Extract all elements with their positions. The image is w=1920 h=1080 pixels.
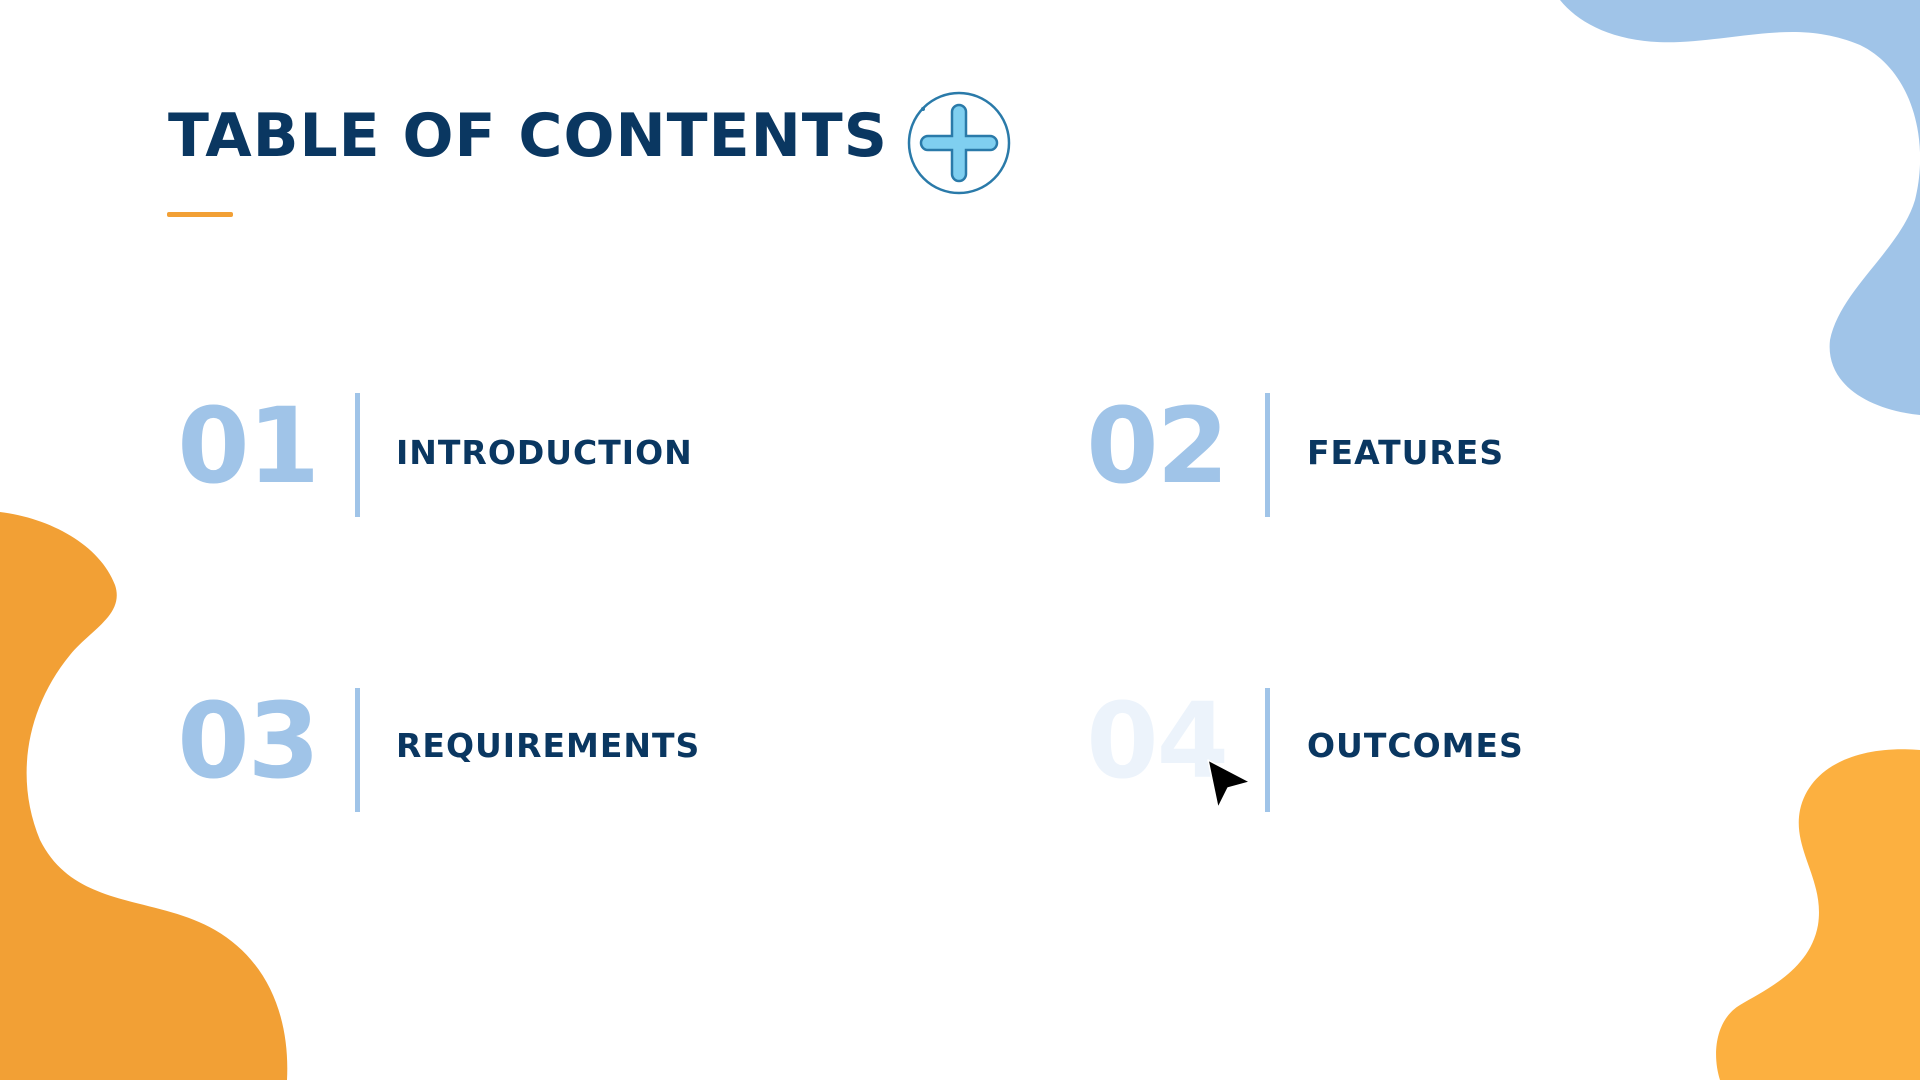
- icon-dot: [921, 107, 925, 111]
- toc-number: 02: [1086, 385, 1229, 507]
- toc-divider: [355, 688, 360, 812]
- toc-label: OUTCOMES: [1307, 726, 1524, 765]
- toc-label: FEATURES: [1307, 433, 1505, 472]
- blob-shape: [1560, 0, 1920, 415]
- toc-divider: [355, 393, 360, 517]
- page-title: TABLE OF CONTENTS: [168, 101, 888, 171]
- toc-item-introduction[interactable]: 01 INTRODUCTION: [0, 390, 720, 520]
- decorative-blob-bottom-right: [1716, 749, 1920, 1080]
- blob-shape: [1716, 749, 1920, 1080]
- toc-number: 03: [177, 680, 320, 802]
- icon-cross: [921, 105, 997, 181]
- cursor-arrow: [1207, 759, 1251, 809]
- toc-divider: [1265, 393, 1270, 517]
- medical-cross-icon: [907, 91, 1011, 195]
- toc-number: 01: [177, 385, 320, 507]
- toc-label: INTRODUCTION: [396, 433, 693, 472]
- mouse-pointer-icon: [1207, 759, 1251, 809]
- toc-item-features[interactable]: 02 FEATURES: [900, 390, 1620, 520]
- title-underline: [167, 212, 233, 217]
- toc-label: REQUIREMENTS: [396, 726, 701, 765]
- toc-item-outcomes[interactable]: 04 OUTCOMES: [900, 685, 1620, 815]
- decorative-blob-top-right: [1560, 0, 1920, 415]
- toc-divider: [1265, 688, 1270, 812]
- toc-item-requirements[interactable]: 03 REQUIREMENTS: [0, 685, 720, 815]
